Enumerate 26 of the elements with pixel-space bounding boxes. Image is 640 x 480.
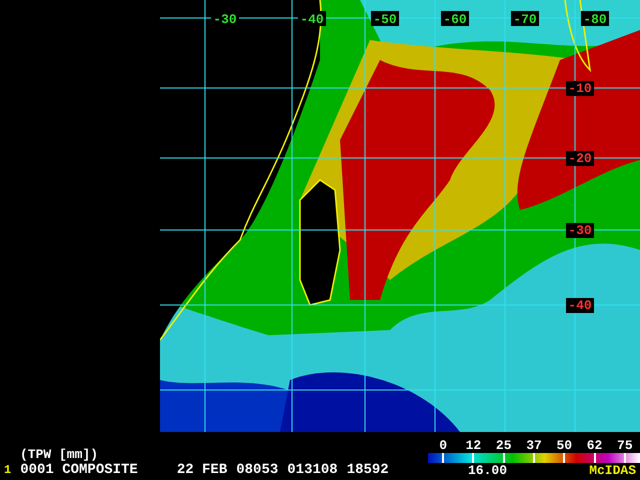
image-field: 18592: [346, 462, 389, 478]
latitude-label: -10: [568, 81, 592, 96]
longitude-label: -70: [513, 12, 537, 27]
scale-tick-label: 62: [586, 439, 602, 453]
scale-tick-label: 50: [556, 439, 572, 453]
frame-number: 1: [4, 462, 12, 478]
scale-tick-label: 37: [526, 439, 542, 453]
cursor-reading: 16.00: [468, 463, 508, 478]
longitude-label: -30: [213, 12, 237, 27]
longitude-label: -80: [583, 12, 607, 27]
image-field: 013108: [287, 462, 338, 478]
image-date: 22 FEB: [176, 462, 228, 478]
scale-tick-label: 12: [466, 439, 482, 453]
legend-title: (TPW [mm]): [19, 447, 100, 462]
longitude-label: -40: [300, 12, 324, 27]
brand-label: McIDAS: [589, 463, 636, 478]
longitude-label: -60: [443, 12, 467, 27]
image-field: 08053: [236, 462, 278, 478]
longitude-label: -50: [373, 12, 397, 27]
scale-tick-label: 75: [617, 439, 633, 453]
latitude-label: -40: [568, 298, 592, 313]
scale-tick-label: 25: [496, 439, 512, 453]
scale-tick-label: 0: [439, 439, 448, 453]
latitude-label: -20: [568, 151, 592, 166]
latitude-label: -30: [568, 223, 592, 238]
product-name: 0001 COMPOSITE: [20, 462, 138, 478]
